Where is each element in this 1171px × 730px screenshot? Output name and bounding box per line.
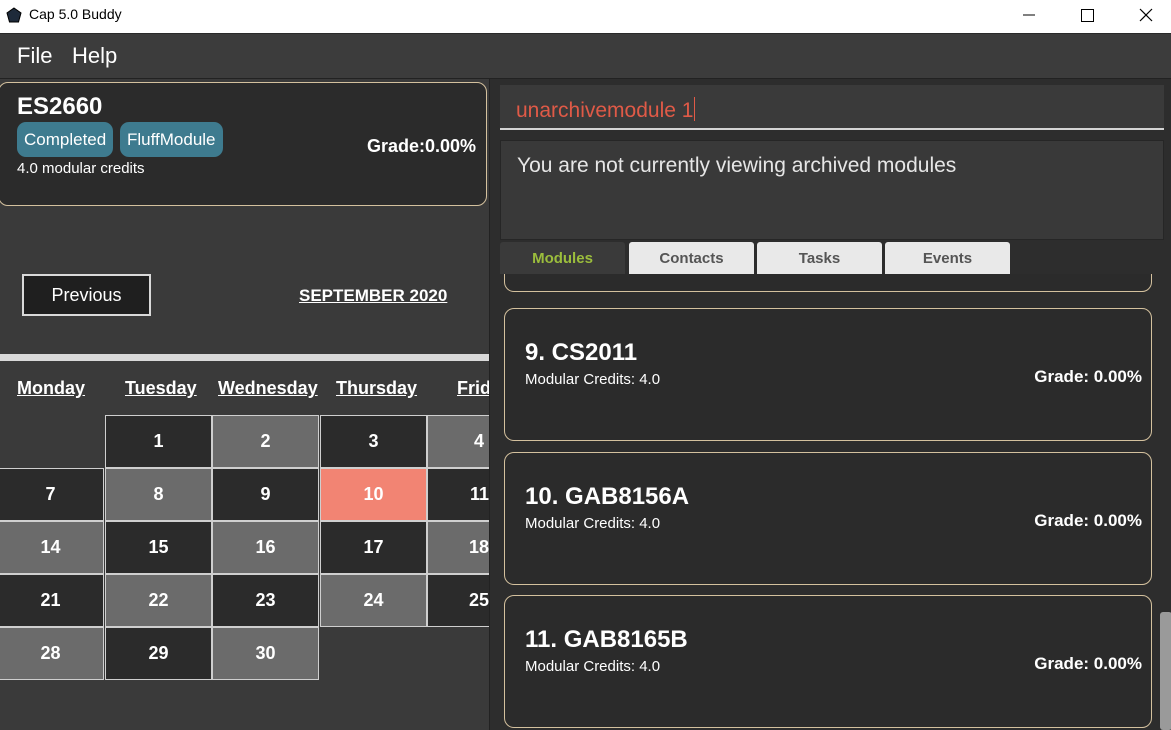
calendar-day[interactable]: 14 (0, 521, 104, 574)
calendar-day[interactable]: 24 (320, 574, 427, 627)
tab-contacts[interactable]: Contacts (629, 242, 754, 274)
module-detail-card: ES2660 Completed FluffModule 4.0 modular… (0, 82, 487, 206)
previous-month-button[interactable]: Previous (22, 274, 151, 316)
window-title: Cap 5.0 Buddy (29, 6, 122, 22)
module-list-item-grade: Grade: 0.00% (1034, 367, 1142, 386)
close-button[interactable] (1117, 0, 1171, 30)
calendar-day[interactable]: 22 (105, 574, 212, 627)
module-list-item-credits: Modular Credits: 4.0 (525, 515, 661, 532)
right-pane: unarchivemodule 1 You are not currently … (489, 79, 1171, 730)
text-caret (694, 97, 696, 121)
calendar-month-label: SEPTEMBER 2020 (299, 286, 448, 305)
module-list-item-partial[interactable] (504, 274, 1152, 292)
module-list: 9. CS2011 Modular Credits: 4.0 Grade: 0.… (490, 274, 1171, 730)
calendar-day[interactable]: 18 (427, 521, 489, 574)
day-header-thursday: Thursday (336, 378, 418, 398)
scrollbar-track[interactable] (1158, 274, 1171, 730)
menu-file[interactable]: File (17, 43, 52, 69)
calendar-day-today[interactable]: 10 (320, 468, 427, 521)
module-credits: 4.0 modular credits (17, 160, 145, 177)
calendar-day[interactable]: 16 (212, 521, 319, 574)
left-pane: ES2660 Completed FluffModule 4.0 modular… (0, 79, 489, 730)
calendar-day[interactable]: 30 (212, 627, 319, 680)
menu-bar: File Help (0, 33, 1171, 79)
maximize-button[interactable] (1058, 0, 1116, 30)
day-header-wednesday: Wednesday (218, 378, 318, 398)
module-list-item[interactable]: 10. GAB8156A Modular Credits: 4.0 Grade:… (504, 452, 1152, 585)
module-list-item-grade: Grade: 0.00% (1034, 511, 1142, 530)
calendar-day[interactable]: 23 (212, 574, 319, 627)
tab-events[interactable]: Events (885, 242, 1010, 274)
calendar-day[interactable]: 1 (105, 415, 212, 468)
calendar-day[interactable]: 9 (212, 468, 319, 521)
tag-badge: FluffModule (120, 122, 223, 157)
result-message: You are not currently viewing archived m… (517, 154, 957, 177)
tag-badge: Completed (17, 122, 114, 157)
minimize-icon (1023, 14, 1035, 16)
calendar-day[interactable]: 11 (427, 468, 489, 521)
command-input[interactable]: unarchivemodule 1 (500, 85, 1164, 130)
calendar-day[interactable]: 15 (105, 521, 212, 574)
module-list-item[interactable]: 11. GAB8165B Modular Credits: 4.0 Grade:… (504, 595, 1152, 728)
calendar-day[interactable]: 17 (320, 521, 427, 574)
calendar-day[interactable]: 4 (427, 415, 489, 468)
module-grade: Grade:0.00% (366, 136, 476, 156)
tab-modules[interactable]: Modules (500, 242, 625, 274)
minimize-button[interactable] (1000, 0, 1058, 30)
pentagon-app-icon (6, 7, 22, 23)
module-list-item[interactable]: 9. CS2011 Modular Credits: 4.0 Grade: 0.… (504, 308, 1152, 441)
command-input-text-wrap: unarchivemodule 1 (516, 97, 696, 123)
day-header-monday: Monday (17, 378, 86, 398)
calendar-divider (0, 354, 489, 361)
calendar-day[interactable]: 25 (427, 574, 489, 627)
calendar-day[interactable]: 8 (105, 468, 212, 521)
command-input-value: unarchivemodule 1 (516, 99, 694, 122)
calendar-day[interactable]: 29 (105, 627, 212, 680)
module-code: ES2660 (17, 93, 103, 120)
calendar-day[interactable]: 7 (0, 468, 104, 521)
close-icon (1139, 8, 1153, 22)
module-list-item-title: 10. GAB8156A (525, 483, 690, 510)
calendar-day[interactable]: 3 (320, 415, 427, 468)
menu-help[interactable]: Help (72, 43, 117, 69)
title-bar: Cap 5.0 Buddy (0, 0, 1171, 33)
module-list-item-grade: Grade: 0.00% (1034, 654, 1142, 673)
result-display: You are not currently viewing archived m… (500, 140, 1164, 240)
scrollbar-thumb[interactable] (1160, 612, 1171, 730)
day-header-tuesday: Tuesday (125, 378, 197, 398)
module-list-item-title: 9. CS2011 (525, 339, 638, 366)
module-list-item-credits: Modular Credits: 4.0 (525, 658, 661, 675)
calendar-day[interactable]: 21 (0, 574, 104, 627)
module-list-item-credits: Modular Credits: 4.0 (525, 371, 661, 388)
calendar-day[interactable]: 2 (212, 415, 319, 468)
tab-tasks[interactable]: Tasks (757, 242, 882, 274)
day-header-friday: Frid (457, 378, 489, 398)
calendar-day[interactable]: 28 (0, 627, 104, 680)
maximize-icon (1080, 8, 1094, 22)
module-list-item-title: 11. GAB8165B (525, 626, 688, 653)
